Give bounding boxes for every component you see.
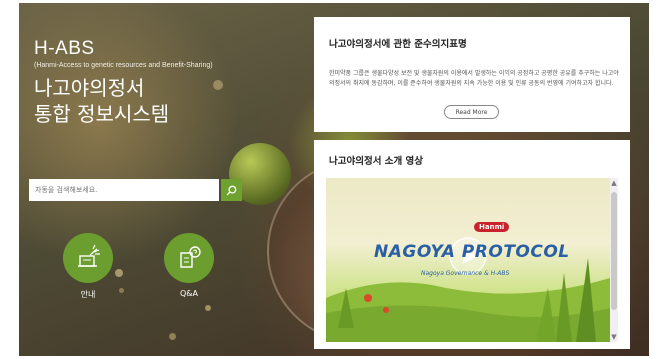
qna-label[interactable]: Q&A <box>159 289 219 298</box>
decorative-bubble <box>205 305 211 311</box>
site-logo[interactable]: H-ABS <box>34 38 213 60</box>
decorative-bubble <box>115 269 123 277</box>
search-bar <box>29 179 242 201</box>
megaphone-icon <box>78 244 100 267</box>
site-subtitle: (Hanmi-Access to genetic resources and B… <box>34 62 213 69</box>
video-heading: 나고야의정서 소개 영상 <box>329 156 424 167</box>
video-card: 나고야의정서 소개 영상 Hanmi NAGOYA PROTOCOL Nagoy… <box>314 140 630 349</box>
decorative-bubble <box>119 288 124 293</box>
scroll-thumb[interactable] <box>611 192 617 310</box>
site-title-line1: 나고야의정서 <box>34 76 145 100</box>
video-scrollbar[interactable]: ▲ ▼ <box>610 178 618 342</box>
site-title: 나고야의정서 통합 정보시스템 <box>34 75 213 127</box>
search-button[interactable] <box>221 179 242 201</box>
scroll-down-icon[interactable]: ▼ <box>610 332 618 342</box>
guide-button[interactable] <box>63 233 113 283</box>
qna-button[interactable] <box>164 233 214 283</box>
video-player[interactable]: Hanmi NAGOYA PROTOCOL Nagoya Governance … <box>326 178 610 342</box>
compliance-card: 나고야의정서에 관한 준수의지표명 한미약품 그룹은 생물다양성 보전 및 생물… <box>314 17 630 132</box>
search-icon <box>226 185 237 195</box>
video-subtitle: Nagoya Governance & H-ABS <box>421 270 510 277</box>
chat-question-icon <box>180 246 201 268</box>
video-brand: Hanmi <box>474 222 510 232</box>
decorative-bubble <box>213 80 223 90</box>
decorative-bubble <box>169 333 176 340</box>
site-title-line2: 통합 정보시스템 <box>34 102 170 126</box>
guide-label[interactable]: 안내 <box>58 289 118 300</box>
brand-block: H-ABS (Hanmi-Access to genetic resources… <box>34 38 213 127</box>
compliance-heading: 나고야의정서에 관한 준수의지표명 <box>329 39 467 50</box>
read-more-button[interactable]: Read More <box>444 105 499 119</box>
scroll-up-icon[interactable]: ▲ <box>610 178 618 188</box>
compliance-text: 한미약품 그룹은 생물다양성 보전 및 생물자원의 이용에서 발생하는 이익의 … <box>329 70 619 87</box>
video-title: NAGOYA PROTOCOL <box>374 242 570 262</box>
search-input[interactable] <box>29 179 219 201</box>
hero-background: H-ABS (Hanmi-Access to genetic resources… <box>19 3 649 356</box>
